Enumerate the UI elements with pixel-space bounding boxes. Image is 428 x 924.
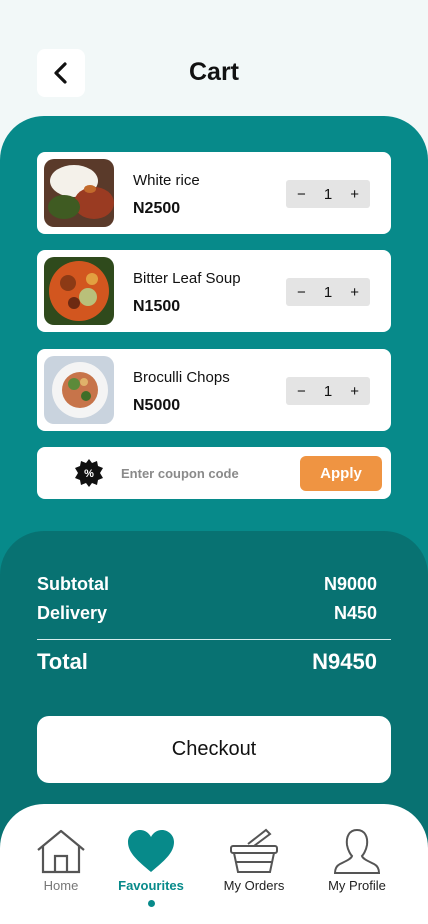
coupon-input[interactable] <box>121 459 291 487</box>
nav-item-my-orders[interactable]: My Orders <box>204 828 304 893</box>
item-name: Bitter Leaf Soup <box>133 270 241 287</box>
checkout-button[interactable]: Checkout <box>37 716 391 783</box>
quantity-stepper: − 1 + <box>286 278 370 306</box>
delivery-label: Delivery <box>37 603 108 623</box>
nav-label-favourites: Favourites <box>118 878 184 893</box>
decrease-button[interactable]: − <box>297 383 306 400</box>
bottom-nav: Home Favourites My Orders My Profile <box>0 804 428 924</box>
item-price: N5000 <box>133 397 181 414</box>
cart-item: Broculli Chops N5000 − 1 + <box>37 349 391 431</box>
apply-button[interactable]: Apply <box>300 456 382 491</box>
nav-item-favourites[interactable]: Favourites <box>101 828 201 893</box>
person-icon <box>333 828 381 874</box>
delivery-value: N450 <box>333 603 377 623</box>
increase-button[interactable]: + <box>350 186 359 203</box>
item-name: Broculli Chops <box>133 369 230 386</box>
header: Cart <box>0 0 428 130</box>
food-image-broculli-chops <box>44 356 114 424</box>
decrease-button[interactable]: − <box>297 186 306 203</box>
item-price: N2500 <box>133 200 181 217</box>
item-price: N1500 <box>133 298 181 315</box>
quantity-stepper: − 1 + <box>286 377 370 405</box>
divider <box>37 639 391 640</box>
quantity-value: 1 <box>323 185 333 203</box>
nav-item-my-profile[interactable]: My Profile <box>307 828 407 893</box>
increase-button[interactable]: + <box>350 284 359 301</box>
page-title: Cart <box>188 58 239 86</box>
basket-icon <box>230 828 278 873</box>
nav-label-my-profile: My Profile <box>328 878 386 893</box>
decrease-button[interactable]: − <box>297 284 306 301</box>
cart-item: Bitter Leaf Soup N1500 − 1 + <box>37 250 391 332</box>
total-value: N9450 <box>312 649 377 674</box>
quantity-value: 1 <box>323 283 333 301</box>
increase-button[interactable]: + <box>350 383 359 400</box>
discount-badge-icon: % <box>75 459 103 487</box>
total-label: Total <box>37 649 88 674</box>
nav-label-home: Home <box>43 878 79 893</box>
food-image-bitter-leaf-soup <box>44 257 114 325</box>
food-image-white-rice <box>44 159 114 227</box>
subtotal-label: Subtotal <box>37 574 109 594</box>
quantity-stepper: − 1 + <box>286 180 370 208</box>
item-name: White rice <box>133 172 200 189</box>
cart-item: White rice N2500 − 1 + <box>37 152 391 234</box>
heart-icon <box>128 830 174 872</box>
quantity-value: 1 <box>323 382 333 400</box>
home-icon <box>37 829 85 874</box>
active-indicator-dot <box>148 900 155 907</box>
subtotal-value: N9000 <box>323 574 377 594</box>
svg-text:%: % <box>84 468 94 480</box>
nav-label-my-orders: My Orders <box>223 878 285 893</box>
coupon-card: % Apply <box>37 447 391 499</box>
nav-item-home[interactable]: Home <box>11 828 111 893</box>
